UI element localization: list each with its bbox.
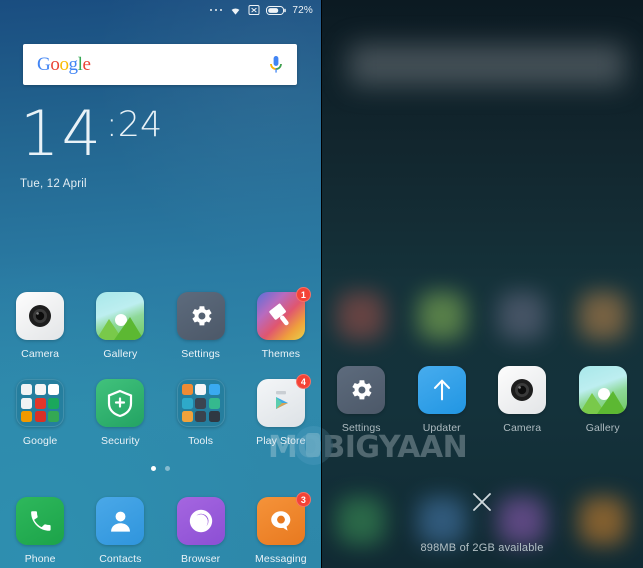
app-label: Tools bbox=[188, 435, 214, 447]
folder-preview-grid bbox=[181, 384, 220, 422]
app-label: Security bbox=[101, 435, 140, 447]
badge-count: 4 bbox=[295, 374, 311, 389]
tools-folder-icon bbox=[176, 379, 225, 427]
app-settings[interactable]: Settings bbox=[161, 292, 241, 360]
app-label: Phone bbox=[24, 553, 56, 565]
home-screen: 72% Google 14 :24 Tue, 12 April Camera G… bbox=[0, 0, 321, 568]
battery-percentage: 72% bbox=[292, 4, 313, 16]
dual-screenshot: 72% Google 14 :24 Tue, 12 April Camera G… bbox=[0, 0, 643, 568]
app-label: Updater bbox=[422, 422, 461, 434]
browser-icon bbox=[176, 497, 225, 545]
dock: Phone Contacts Browser 3 Messaging bbox=[0, 492, 321, 565]
badge-count: 1 bbox=[295, 287, 311, 302]
microphone-icon[interactable] bbox=[269, 55, 283, 75]
app-label: Settings bbox=[181, 348, 220, 360]
clock-time: 14 :24 bbox=[20, 97, 163, 170]
app-gallery[interactable]: Gallery bbox=[80, 292, 160, 360]
close-x-icon[interactable] bbox=[470, 490, 494, 514]
app-label: Play Store bbox=[256, 435, 306, 447]
gallery-icon bbox=[96, 292, 145, 340]
app-browser[interactable]: Browser bbox=[161, 497, 241, 565]
recent-app-gallery[interactable]: Gallery bbox=[563, 366, 643, 434]
clock-widget[interactable]: 14 :24 Tue, 12 April bbox=[20, 97, 163, 191]
page-indicator bbox=[0, 466, 321, 471]
recent-app-updater[interactable]: Updater bbox=[402, 366, 483, 434]
app-messaging[interactable]: 3 Messaging bbox=[241, 492, 321, 565]
play-store-icon: 4 bbox=[256, 374, 311, 427]
battery-icon bbox=[266, 5, 287, 15]
settings-gear-icon bbox=[337, 366, 386, 414]
app-label: Contacts bbox=[99, 553, 142, 565]
app-contacts[interactable]: Contacts bbox=[80, 497, 160, 565]
app-grid-row-1: Camera Gallery Settings 1 Themes bbox=[0, 287, 321, 360]
app-camera[interactable]: Camera bbox=[0, 292, 80, 360]
app-themes[interactable]: 1 Themes bbox=[241, 287, 321, 360]
folder-preview-grid bbox=[21, 384, 60, 422]
google-search-bar[interactable]: Google bbox=[23, 44, 297, 85]
recent-app-settings[interactable]: Settings bbox=[321, 366, 402, 434]
overflow-dots-icon bbox=[209, 8, 223, 12]
messaging-bubble-icon: 3 bbox=[256, 492, 311, 545]
blurred-search-bar bbox=[349, 44, 625, 86]
page-dot-active[interactable] bbox=[151, 466, 156, 471]
clock-date: Tue, 12 April bbox=[20, 178, 87, 190]
app-label: Settings bbox=[341, 422, 381, 434]
app-google-folder[interactable]: Google bbox=[0, 379, 80, 447]
status-bar: 72% bbox=[0, 0, 321, 20]
app-phone[interactable]: Phone bbox=[0, 497, 80, 565]
google-logo: Google bbox=[37, 53, 91, 75]
app-play-store[interactable]: 4 Play Store bbox=[241, 374, 321, 447]
wifi-icon bbox=[231, 7, 240, 15]
settings-gear-icon bbox=[176, 292, 225, 340]
phone-handset-icon bbox=[16, 497, 65, 545]
recent-apps-screen: Settings Updater Camera Gallery 898MB of… bbox=[321, 0, 643, 568]
clock-hours: 14 bbox=[20, 97, 103, 170]
google-folder-icon bbox=[16, 379, 65, 427]
app-label: Gallery bbox=[585, 422, 620, 434]
no-sim-icon bbox=[248, 5, 260, 15]
clock-minutes: :24 bbox=[105, 105, 163, 145]
badge-count: 3 bbox=[295, 492, 311, 507]
recent-apps-row: Settings Updater Camera Gallery bbox=[321, 366, 643, 434]
camera-icon bbox=[498, 366, 547, 414]
themes-brush-icon: 1 bbox=[256, 287, 311, 340]
camera-icon bbox=[16, 292, 65, 340]
app-label: Google bbox=[22, 435, 58, 447]
app-grid-row-2: Google Security Tools 4 Play Store bbox=[0, 374, 321, 447]
close-all-section: 898MB of 2GB available bbox=[321, 490, 643, 554]
page-dot[interactable] bbox=[165, 466, 170, 471]
app-label: Messaging bbox=[255, 553, 307, 565]
app-security[interactable]: Security bbox=[80, 379, 160, 447]
updater-arrow-icon bbox=[417, 366, 466, 414]
app-label: Camera bbox=[21, 348, 60, 360]
gallery-icon bbox=[578, 366, 627, 414]
contacts-person-icon bbox=[96, 497, 145, 545]
panel-divider bbox=[321, 0, 322, 568]
app-label: Themes bbox=[261, 348, 301, 360]
app-label: Gallery bbox=[103, 348, 138, 360]
recent-app-camera[interactable]: Camera bbox=[482, 366, 563, 434]
app-label: Browser bbox=[181, 553, 221, 565]
app-label: Camera bbox=[503, 422, 542, 434]
security-shield-icon bbox=[96, 379, 145, 427]
blurred-app-row-top bbox=[321, 292, 643, 340]
memory-status: 898MB of 2GB available bbox=[420, 542, 544, 554]
app-tools-folder[interactable]: Tools bbox=[161, 379, 241, 447]
